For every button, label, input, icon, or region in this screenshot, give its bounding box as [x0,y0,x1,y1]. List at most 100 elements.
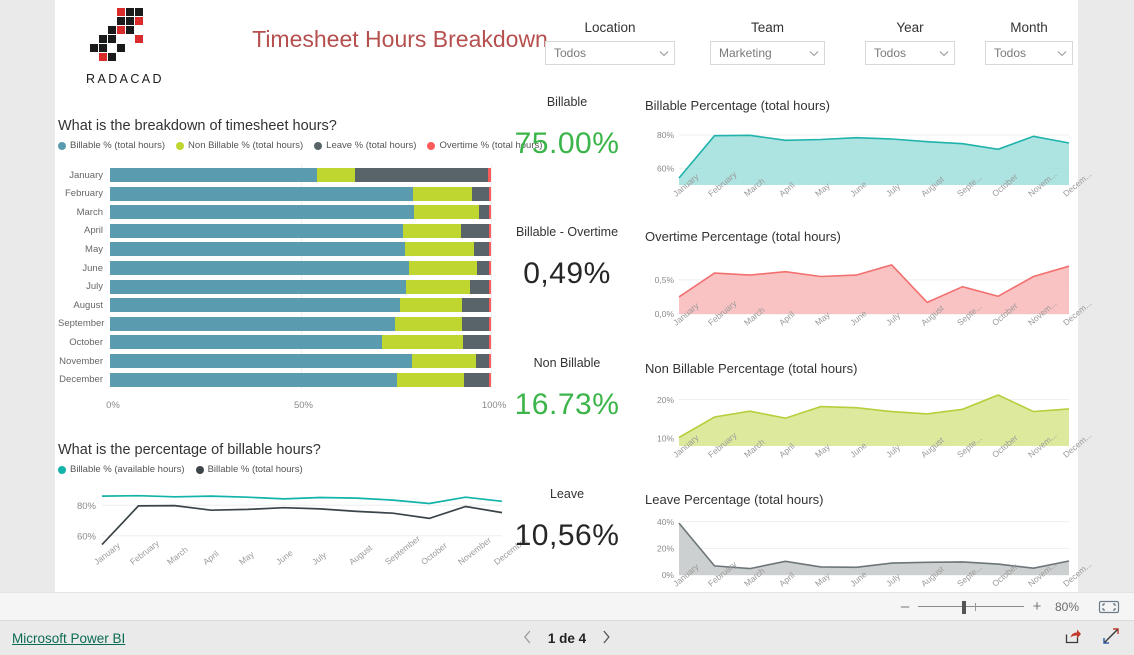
zoom-out-button[interactable]: – [896,598,914,615]
bar-segment[interactable] [396,372,464,387]
bar-segment[interactable] [355,168,489,182]
bar-row[interactable]: June [58,261,498,275]
zoom-slider[interactable] [918,600,1024,614]
bar-segment[interactable] [488,223,491,238]
bar-segment[interactable] [473,242,489,257]
slicer-month-dropdown[interactable]: Todos [985,41,1073,65]
report-canvas: RADACAD Timesheet Hours Breakdown Locati… [55,0,1093,592]
bar-segment[interactable] [414,205,479,220]
axis-tick-label: 60% [77,531,97,542]
slicer-team: Team Marketing [710,20,825,65]
legend-item[interactable]: Billable % (total hours) [195,464,303,475]
bar-segment[interactable] [316,168,356,182]
bar-segment[interactable] [394,316,462,331]
zoom-in-button[interactable]: + [1028,598,1046,615]
bar-segment[interactable] [411,354,477,368]
bar-segment[interactable] [110,168,317,182]
bar-segment[interactable] [405,279,471,294]
non-billable-percentage-area-title: Non Billable Percentage (total hours) [645,361,858,376]
bar-segment[interactable] [488,168,491,182]
bar-segment[interactable] [476,354,490,368]
bars-x-axis: 0% 50% 100% [106,400,506,414]
kpi-value-billable-overtime: 0,49% [523,257,611,290]
slicer-team-dropdown[interactable]: Marketing [710,41,825,65]
legend-item[interactable]: Leave % (total hours) [314,140,416,151]
bar-row[interactable]: September [58,316,498,331]
bar-segment[interactable] [488,186,491,201]
bar-segment[interactable] [489,372,491,387]
bar-segment[interactable] [478,205,489,220]
bar-segment[interactable] [110,372,397,387]
kpi-card-non-billable: Non Billable 16.73% [503,356,631,422]
bar-segment[interactable] [461,316,490,331]
bar-segment[interactable] [110,242,405,257]
bar-segment[interactable] [110,261,409,275]
bar-track [110,261,491,275]
bar-segment[interactable] [489,354,491,368]
chevron-down-icon[interactable] [808,47,820,59]
zoom-slider-thumb[interactable] [962,600,966,614]
bar-segment[interactable] [399,298,462,313]
slicer-location-dropdown[interactable]: Todos [545,41,675,65]
legend-item[interactable]: Non Billable % (total hours) [176,140,303,151]
bar-segment[interactable] [462,335,490,350]
bar-segment[interactable] [489,316,491,331]
bar-row[interactable]: October [58,335,498,350]
bar-segment[interactable] [404,242,474,257]
chevron-right-icon[interactable] [602,630,611,647]
bar-segment[interactable] [470,279,489,294]
chevron-down-icon[interactable] [658,47,670,59]
fullscreen-icon[interactable] [1102,627,1120,650]
radacad-logo: RADACAD [65,8,185,94]
line-series[interactable] [101,504,503,546]
bar-segment[interactable] [408,261,477,275]
bar-segment[interactable] [488,279,491,294]
chevron-left-icon[interactable] [523,630,532,647]
bar-row[interactable]: August [58,298,498,313]
slicer-year-dropdown[interactable]: Todos [865,41,955,65]
microsoft-power-bi-link[interactable]: Microsoft Power BI [12,631,125,646]
bar-segment[interactable] [110,279,406,294]
bar-row[interactable]: April [58,223,498,238]
zoom-slider-tick [975,602,976,611]
axis-tick-label: 0% [106,400,120,411]
bar-segment[interactable] [402,223,461,238]
bar-segment[interactable] [110,186,414,201]
legend-item[interactable]: Billable % (available hours) [58,464,185,475]
overtime-percentage-area-title: Overtime Percentage (total hours) [645,229,841,244]
bar-segment[interactable] [110,354,412,368]
bar-segment[interactable] [488,242,491,257]
bar-row[interactable]: March [58,205,498,220]
bar-segment[interactable] [110,335,383,350]
bar-row[interactable]: May [58,242,498,257]
bar-row[interactable]: February [58,186,498,201]
bar-segment[interactable] [488,261,491,275]
bar-segment[interactable] [489,298,491,313]
billable-hours-percentage-title: What is the percentage of billable hours… [58,442,321,458]
share-icon[interactable] [1065,628,1082,649]
bar-row[interactable]: January [58,168,498,182]
bar-track [110,316,491,331]
bar-row[interactable]: July [58,279,498,294]
bar-segment[interactable] [476,261,489,275]
bar-segment[interactable] [110,298,400,313]
chevron-down-icon[interactable] [938,47,950,59]
bar-segment[interactable] [110,316,395,331]
legend-item[interactable]: Billable % (total hours) [58,140,165,151]
line-series[interactable] [101,494,503,505]
bar-segment[interactable] [488,205,491,220]
bar-segment[interactable] [413,186,473,201]
bar-segment[interactable] [463,372,490,387]
bar-segment[interactable] [382,335,463,350]
bar-segment[interactable] [461,298,490,313]
bar-row[interactable]: December [58,372,498,387]
bar-segment[interactable] [110,223,403,238]
bar-row[interactable]: November [58,354,498,368]
bar-segment[interactable] [460,223,489,238]
bar-segment[interactable] [110,205,415,220]
fit-to-page-icon[interactable] [1098,599,1120,615]
area-line[interactable] [678,522,1070,570]
bar-segment[interactable] [489,335,491,350]
bar-segment[interactable] [472,186,489,201]
chevron-down-icon[interactable] [1056,47,1068,59]
